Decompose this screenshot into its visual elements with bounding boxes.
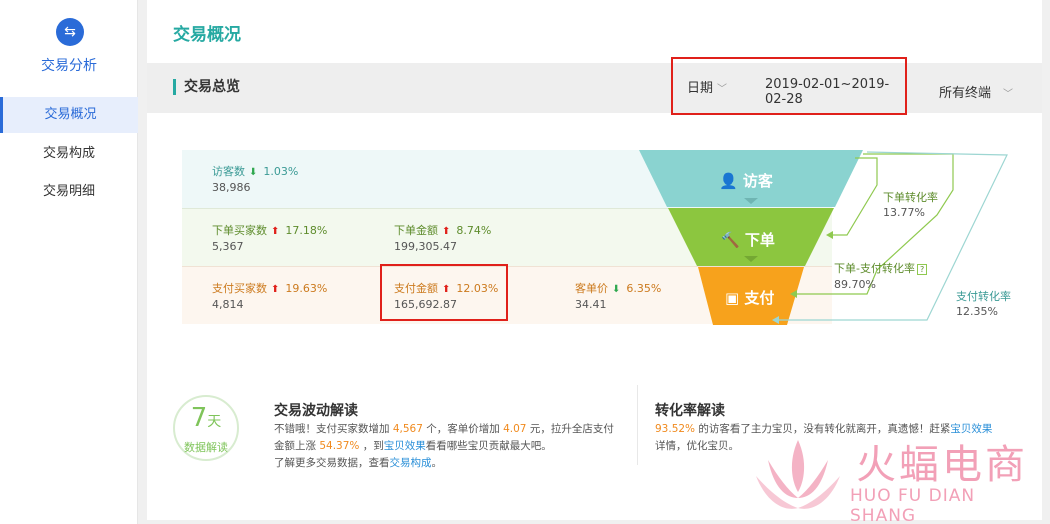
watermark: 火蝠电商 HUO FU DIAN SHANG (744, 430, 1044, 524)
item-effect-link[interactable]: 宝贝效果 (384, 440, 426, 452)
text-segment: 。 (431, 457, 443, 469)
order-pay-rate: 下单-支付转化率? 89.70% (834, 261, 928, 292)
rate-value: 13.77% (883, 206, 925, 219)
rate-label: 下单转化率 (883, 191, 938, 204)
funnel-stage-visit: 👤 访客 (719, 170, 773, 191)
highlight-number: 93.52% (655, 423, 696, 435)
highlight-number: 4,567 (392, 423, 423, 435)
funnel-label: 支付 (744, 289, 775, 307)
sidebar-item-overview[interactable]: 交易概况 (0, 97, 138, 133)
seven-day-badge: 7天 数据解读 (173, 395, 239, 461)
text-segment: 元，拉升全店支付 (526, 423, 614, 435)
funnel-label: 下单 (744, 231, 775, 249)
rate-value: 89.70% (834, 278, 876, 291)
pay-rate: 支付转化率 12.35% (956, 289, 1011, 319)
conversion-title: 转化率解读 (655, 403, 725, 419)
text-segment: 个，客单价增加 (422, 423, 504, 435)
hammer-icon: 🔨 (721, 231, 740, 249)
user-icon: 👤 (719, 172, 738, 190)
wave-text: 不错哦！支付买家数增加 4,567 个，客单价增加 4.07 元，拉升全店支付 … (274, 421, 614, 472)
text-segment: 详情，优化宝贝。 (655, 440, 739, 452)
arrow-icon (826, 231, 833, 239)
text-segment: 了解更多交易数据，查看 (274, 457, 390, 469)
rate-label: 下单-支付转化率 (834, 262, 915, 275)
sidebar-title: 交易分析 (41, 58, 97, 74)
sidebar-item-detail[interactable]: 交易明细 (0, 174, 138, 210)
divider (637, 385, 638, 465)
text-segment: 不错哦！支付买家数增加 (274, 423, 393, 435)
watermark-cn: 火蝠电商 (856, 442, 1028, 488)
wave-title: 交易波动解读 (274, 403, 358, 419)
highlight-number: 54.37% (319, 440, 360, 452)
badge-number: 7天 (175, 403, 237, 433)
funnel-label: 访客 (742, 172, 773, 190)
watermark-en: HUO FU DIAN SHANG (850, 486, 976, 524)
badge-unit: 天 (207, 414, 222, 430)
highlight-number: 4.07 (503, 423, 527, 435)
badge-digit: 7 (190, 403, 208, 433)
badge-text: 数据解读 (184, 441, 228, 454)
watermark-logo-icon (756, 440, 840, 509)
funnel-stage-pay: ▣ 支付 (725, 287, 774, 308)
trade-composition-link[interactable]: 交易构成 (390, 457, 432, 469)
sidebar: ⇆ 交易分析 交易概况 交易构成 交易明细 (0, 0, 138, 524)
text-segment: ，到 (359, 440, 384, 452)
text-segment: 看看哪些宝贝贡献最大吧。 (425, 440, 552, 452)
help-icon[interactable]: ? (916, 264, 928, 275)
funnel-stage-order: 🔨 下单 (721, 229, 775, 250)
rate-value: 12.35% (956, 305, 998, 318)
rate-label: 支付转化率 (956, 290, 1011, 303)
wallet-icon: ▣ (725, 289, 740, 307)
funnel-graphic (639, 150, 1008, 325)
order-rate: 下单转化率 13.77% (883, 190, 938, 220)
exchange-icon: ⇆ (56, 18, 84, 46)
text-segment: 金额上涨 (274, 440, 320, 452)
sidebar-item-composition[interactable]: 交易构成 (0, 136, 138, 172)
